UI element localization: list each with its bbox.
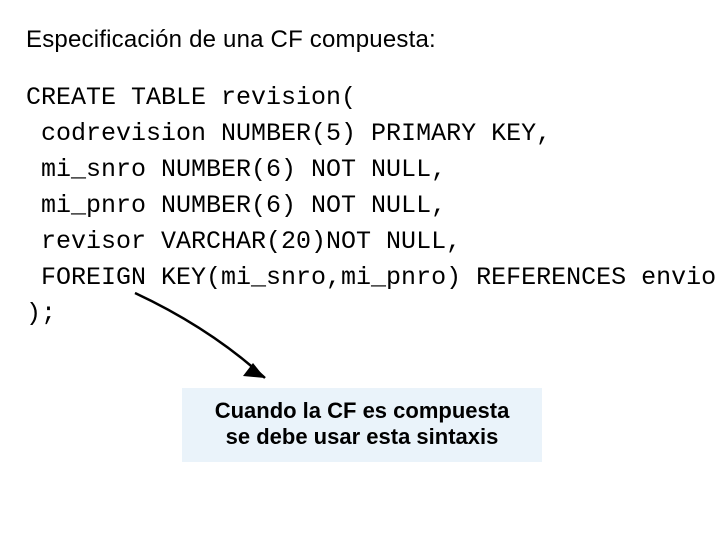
callout-box: Cuando la CF es compuesta se debe usar e… [182, 388, 542, 462]
callout-line-1: Cuando la CF es compuesta [194, 398, 530, 424]
code-line-2: codrevision NUMBER(5) PRIMARY KEY, [26, 119, 551, 148]
callout-line-2: se debe usar esta sintaxis [194, 424, 530, 450]
code-line-7: ); [26, 299, 56, 328]
code-line-1: CREATE TABLE revision( [26, 83, 356, 112]
heading: Especificación de una CF compuesta: [26, 26, 436, 54]
code-line-5: revisor VARCHAR(20)NOT NULL, [26, 227, 461, 256]
code-line-6: FOREIGN KEY(mi_snro,mi_pnro) REFERENCES … [26, 263, 716, 292]
code-line-4: mi_pnro NUMBER(6) NOT NULL, [26, 191, 446, 220]
slide: Especificación de una CF compuesta: CREA… [0, 0, 720, 540]
code-line-3: mi_snro NUMBER(6) NOT NULL, [26, 155, 446, 184]
sql-code-block: CREATE TABLE revision( codrevision NUMBE… [26, 80, 716, 332]
